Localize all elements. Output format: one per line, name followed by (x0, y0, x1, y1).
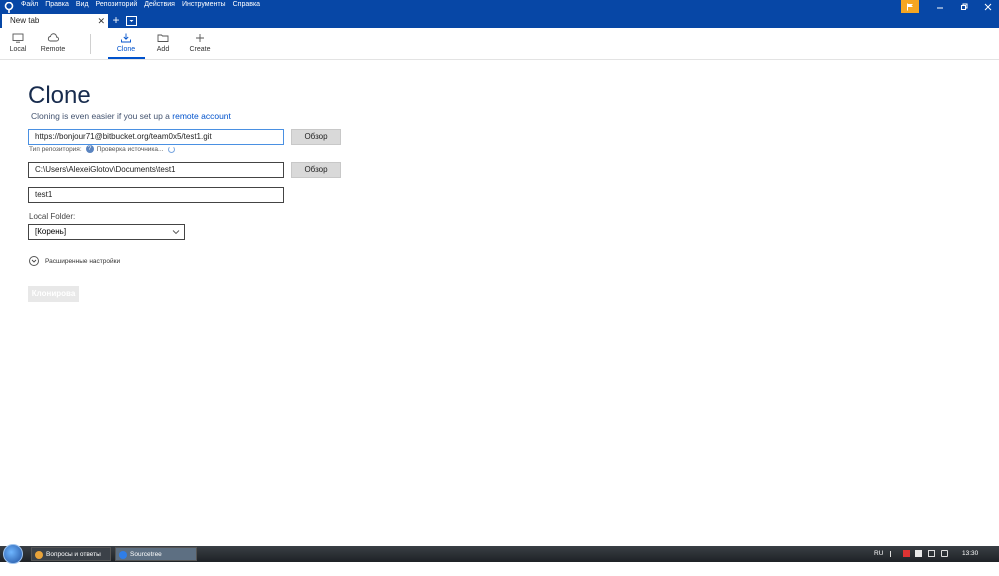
local-folder-select[interactable]: [Корень] (28, 224, 185, 240)
close-icon (984, 3, 992, 10)
menu-file[interactable]: Файл (21, 1, 38, 8)
volume-icon[interactable] (941, 550, 948, 557)
clock[interactable]: 13:30 (962, 546, 978, 562)
subtitle-text: Cloning is even easier if you set up a (31, 111, 170, 121)
toolbar-local-label: Local (9, 46, 27, 53)
language-indicator[interactable]: RU (874, 546, 883, 562)
toolbar-remote[interactable]: Remote (35, 33, 71, 53)
monitor-icon (12, 33, 24, 43)
local-folder-label: Local Folder: (29, 212, 76, 221)
menu-actions[interactable]: Действия (144, 1, 175, 8)
download-icon (121, 33, 131, 43)
flag-tray-icon[interactable] (915, 550, 922, 557)
local-folder-value: [Корень] (35, 227, 67, 236)
sourcetree-logo-icon[interactable] (4, 2, 14, 13)
tab-label: New tab (10, 16, 40, 25)
menu-edit[interactable]: Правка (45, 1, 69, 8)
active-tab-indicator (108, 57, 145, 59)
cloud-icon (47, 33, 59, 42)
network-icon[interactable] (928, 550, 935, 557)
repo-type-row: Тип репозитория: ? Проверка источника... (29, 145, 176, 153)
browse-source-button[interactable]: Обзор (291, 129, 341, 145)
browse-destination-button[interactable]: Обзор (291, 162, 341, 178)
folder-icon (157, 34, 169, 42)
repo-type-status: Проверка источника... (96, 145, 164, 153)
close-window-button[interactable] (977, 0, 999, 13)
title-bar: Файл Правка Вид Репозиторий Действия Инс… (0, 0, 999, 28)
tray-chevron-icon[interactable] (890, 551, 896, 557)
menu-bar: Файл Правка Вид Репозиторий Действия Инс… (21, 1, 267, 8)
remote-account-link[interactable]: remote account (172, 111, 231, 121)
toolbar-separator (90, 34, 91, 54)
restore-icon (961, 3, 968, 10)
menu-tools[interactable]: Инструменты (182, 1, 226, 8)
toolbar-clone-label: Clone (116, 46, 136, 53)
toolbar-create-label: Create (189, 46, 211, 53)
source-url-input[interactable]: https://bonjour71@bitbucket.org/team0x5/… (28, 129, 284, 145)
minimize-icon (937, 7, 943, 8)
chevron-down-icon (172, 230, 180, 235)
toolbar-local[interactable]: Local (0, 33, 36, 53)
menu-view[interactable]: Вид (76, 1, 89, 8)
clone-button[interactable]: Клонирова (28, 286, 79, 302)
spinner-icon (168, 145, 176, 153)
name-input[interactable]: test1 (28, 187, 284, 203)
tab-new-tab[interactable]: New tab ✕ (2, 14, 108, 28)
toolbar-remote-label: Remote (40, 46, 66, 53)
menu-repository[interactable]: Репозиторий (96, 1, 138, 8)
restore-button[interactable] (953, 0, 975, 13)
minimize-button[interactable] (929, 0, 951, 13)
flag-icon (907, 3, 913, 10)
tab-close-icon[interactable]: ✕ (97, 14, 105, 28)
advanced-settings-toggle[interactable]: Расширенные настройки (29, 256, 120, 266)
taskbar: Вопросы и ответы в... Sourcetree RU 13:3… (0, 544, 999, 572)
page-title: Clone (28, 82, 91, 109)
destination-path-input[interactable]: C:\Users\AlexeiGlotov\Documents\test1 (28, 162, 284, 178)
subtitle: Cloning is even easier if you set up a r… (31, 111, 231, 121)
tab-dropdown-button[interactable] (126, 16, 137, 26)
add-tab-button[interactable]: + (111, 14, 121, 26)
toolbar-clone[interactable]: Clone (108, 33, 144, 53)
toolbar-create[interactable]: Create (182, 33, 218, 53)
chevron-down-icon (129, 20, 134, 22)
toolbar-add-label: Add (156, 46, 170, 53)
system-tray: RU 13:30 (0, 546, 999, 562)
toolbar: Local Remote Clone Add Create (0, 28, 999, 60)
repo-type-label: Тип репозитория: (29, 145, 82, 153)
notification-button[interactable] (901, 0, 919, 13)
toolbar-add[interactable]: Add (145, 33, 181, 53)
menu-help[interactable]: Справка (233, 1, 260, 8)
expand-circle-icon (29, 256, 39, 266)
help-icon[interactable]: ? (85, 145, 94, 153)
advanced-settings-label: Расширенные настройки (45, 257, 121, 265)
plus-icon (196, 34, 204, 42)
antivirus-icon[interactable] (903, 550, 910, 557)
